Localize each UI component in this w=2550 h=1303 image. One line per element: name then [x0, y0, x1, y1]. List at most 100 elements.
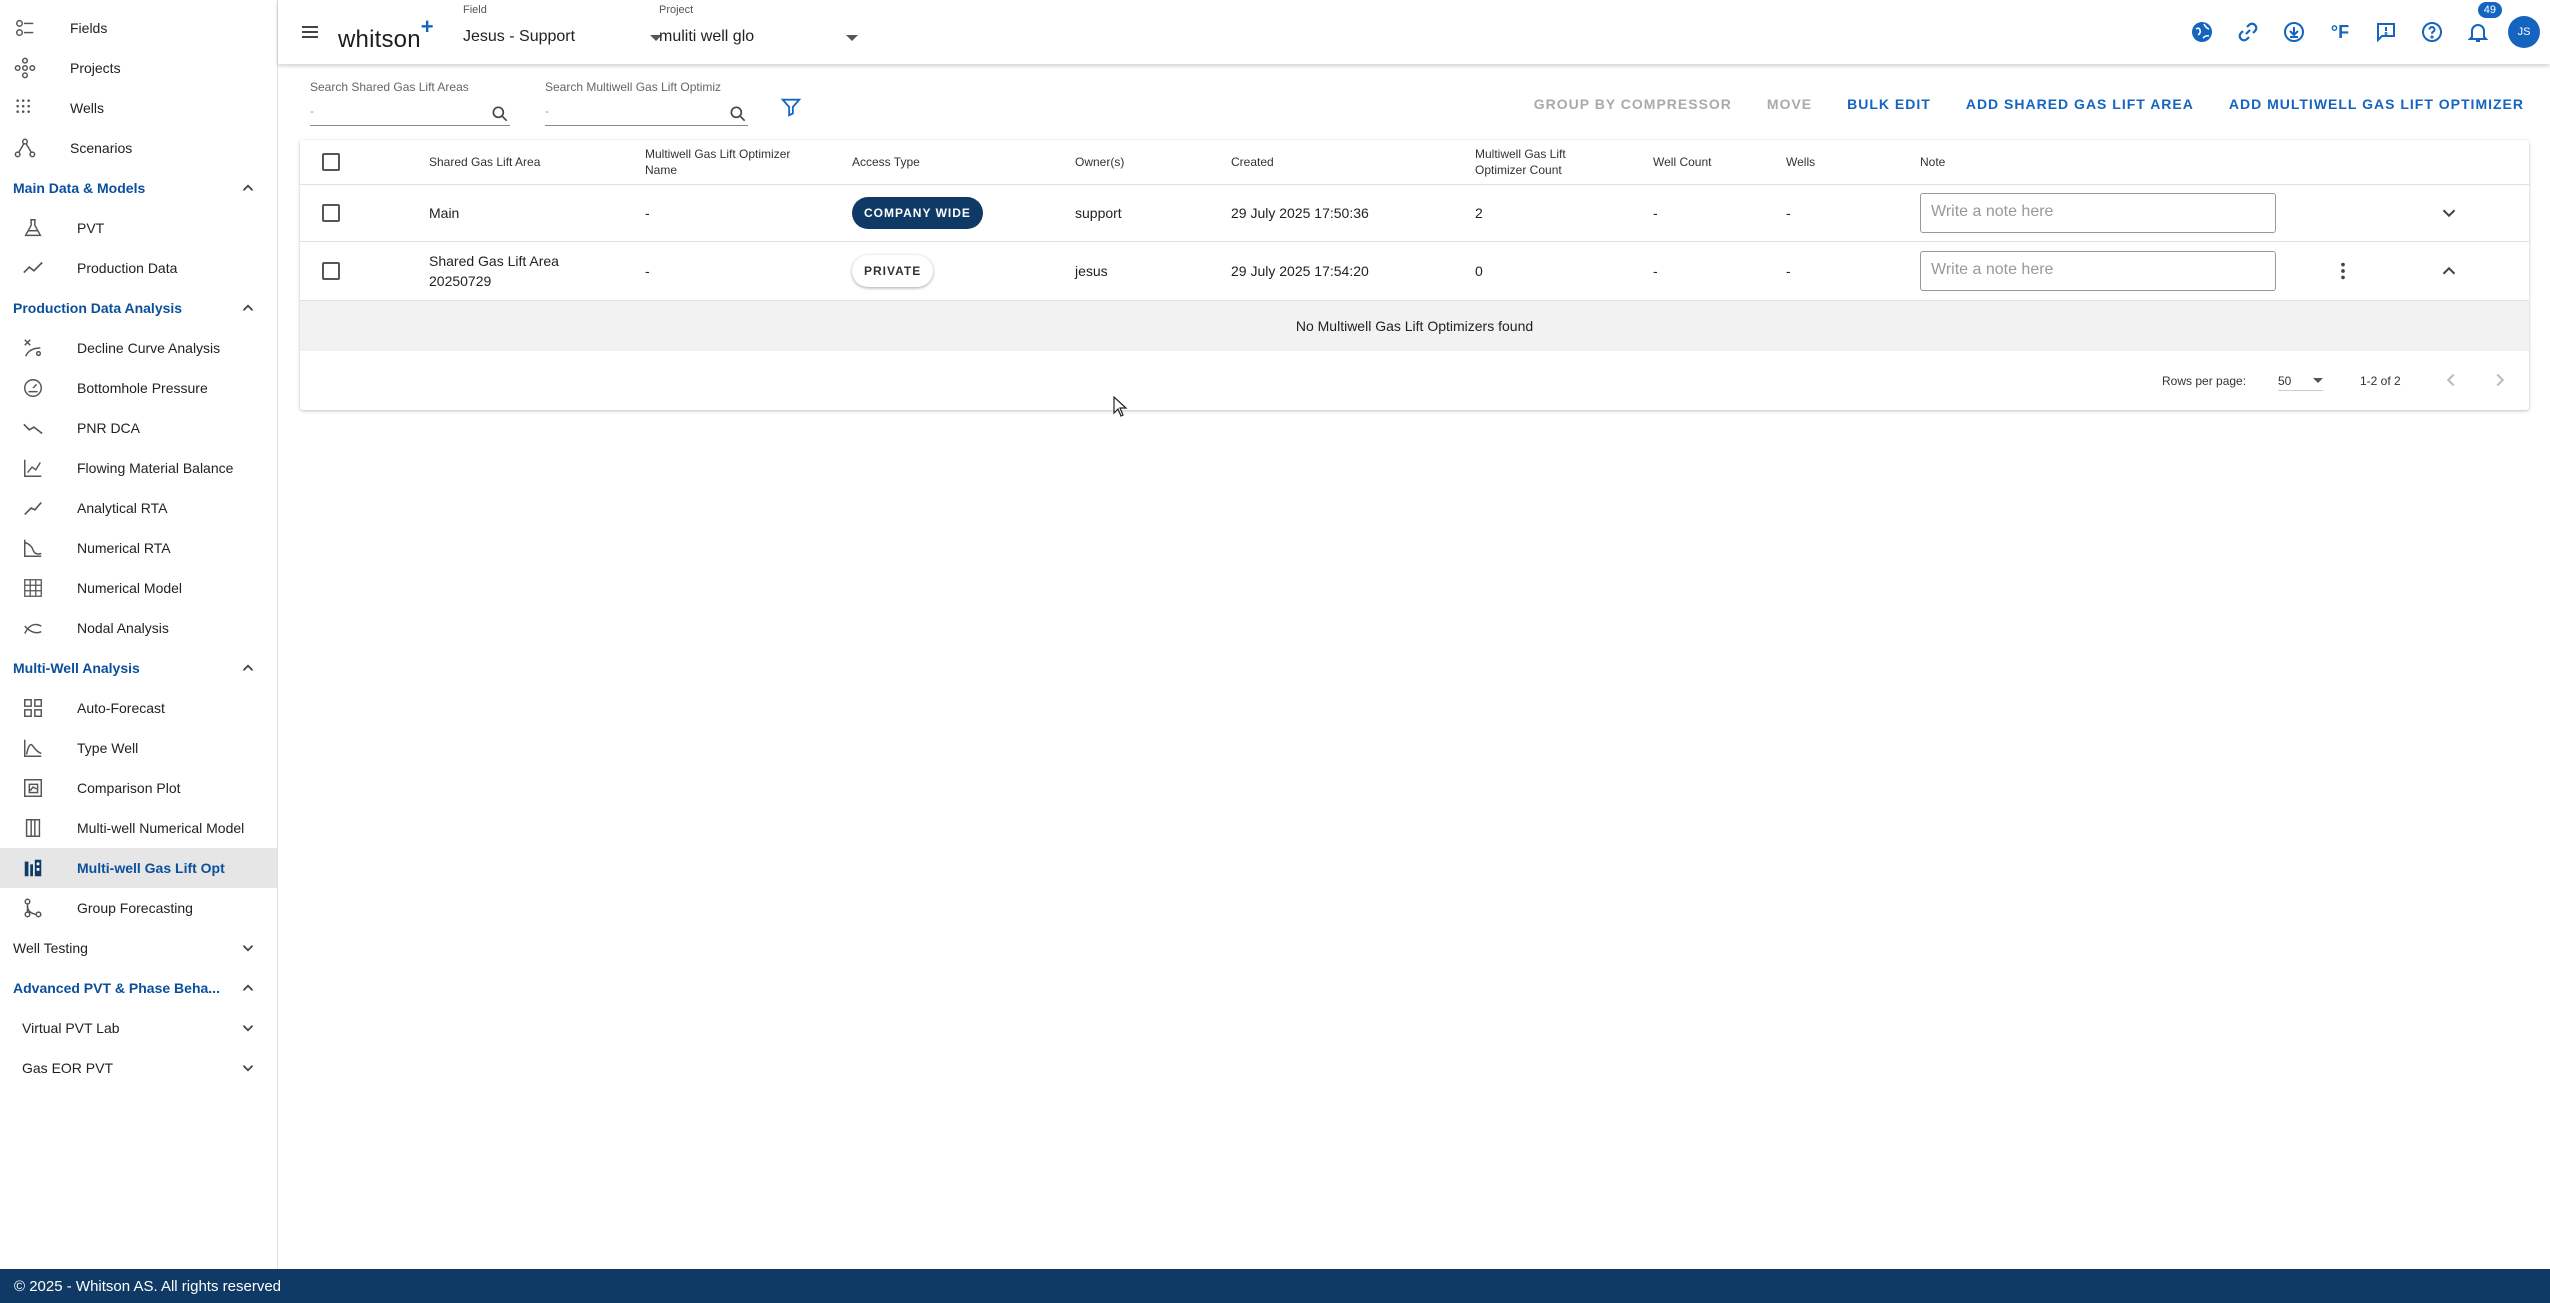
nav-scenarios[interactable]: Scenarios [0, 128, 277, 168]
nav-label: Wells [70, 100, 104, 116]
more-vert-icon[interactable] [2332, 260, 2354, 282]
nav-pnr-dca[interactable]: PNR DCA [0, 408, 277, 448]
nav-auto-forecast[interactable]: Auto-Forecast [0, 688, 277, 728]
section-main-data[interactable]: Main Data & Models [0, 168, 277, 208]
move-button[interactable]: MOVE [1767, 96, 1812, 112]
collapse-cell [2438, 242, 2460, 300]
next-page-icon[interactable] [2489, 369, 2511, 391]
link-icon[interactable] [2230, 14, 2266, 50]
chevron-up-icon[interactable] [2438, 260, 2460, 282]
note-input[interactable]: Write a note here [1920, 193, 2276, 233]
avatar[interactable]: JS [2508, 16, 2540, 48]
search-icon[interactable] [490, 104, 510, 124]
nav-label: Multi-well Numerical Model [77, 820, 245, 836]
header-wells[interactable]: Wells [1786, 140, 1815, 184]
grid-icon [22, 577, 44, 599]
whitson-logo[interactable]: whitson+ [338, 14, 434, 54]
group-by-compressor-button[interactable]: GROUP BY COMPRESSOR [1534, 96, 1732, 112]
add-shared-gas-lift-area-button[interactable]: ADD SHARED GAS LIFT AREA [1966, 96, 2194, 112]
dashboard-icon [22, 697, 44, 719]
cell-well-count: - [1653, 205, 1658, 221]
section-multi-well-analysis[interactable]: Multi-Well Analysis [0, 648, 277, 688]
search-multiwell-gas-lift-optimizers[interactable]: Search Multiwell Gas Lift Optimiz - [545, 80, 748, 126]
nav-numerical-model[interactable]: Numerical Model [0, 568, 277, 608]
section-well-testing[interactable]: Well Testing [0, 928, 277, 968]
search-shared-gas-lift-areas[interactable]: Search Shared Gas Lift Areas - [310, 80, 510, 126]
section-gas-eor-pvt[interactable]: Gas EOR PVT [0, 1048, 277, 1088]
header-optimizer-name[interactable]: Multiwell Gas Lift Optimizer Name [645, 140, 805, 184]
nav-analytical-rta[interactable]: Analytical RTA [0, 488, 277, 528]
rows-per-page-select[interactable]: 50 [2278, 369, 2323, 391]
access-cell: PRIVATE [852, 242, 934, 300]
section-label: Advanced PVT & Phase Beha... [13, 980, 220, 996]
nav-bottomhole-pressure[interactable]: Bottomhole Pressure [0, 368, 277, 408]
temperature-unit-icon[interactable]: °F [2322, 14, 2358, 50]
section-label: Well Testing [13, 940, 88, 956]
search-label: Search Shared Gas Lift Areas [310, 80, 469, 94]
search-input[interactable]: - [545, 104, 748, 126]
header-note[interactable]: Note [1920, 140, 1945, 184]
table-row[interactable]: Shared Gas Lift Area 20250729 - PRIVATE … [300, 242, 2529, 301]
header-optimizer-count[interactable]: Multiwell Gas Lift Optimizer Count [1475, 140, 1585, 184]
search-input[interactable]: - [310, 104, 510, 126]
search-value: - [310, 104, 314, 118]
add-multiwell-gas-lift-optimizer-button[interactable]: ADD MULTIWELL GAS LIFT OPTIMIZER [2229, 96, 2524, 112]
menu-icon[interactable] [298, 20, 322, 44]
nav-comparison-plot[interactable]: Comparison Plot [0, 768, 277, 808]
nav-projects[interactable]: Projects [0, 48, 277, 88]
chevron-up-icon [242, 184, 254, 191]
row-checkbox[interactable] [322, 262, 340, 280]
note-input[interactable]: Write a note here [1920, 251, 2276, 291]
filter-icon[interactable] [780, 96, 802, 118]
table-row[interactable]: Main - COMPANY WIDE support 29 July 2025… [300, 185, 2529, 242]
prev-page-icon[interactable] [2440, 369, 2462, 391]
header-owners[interactable]: Owner(s) [1075, 140, 1124, 184]
bulk-edit-button[interactable]: BULK EDIT [1847, 96, 1931, 112]
globe-icon[interactable] [2184, 14, 2220, 50]
section-advanced-pvt[interactable]: Advanced PVT & Phase Beha... [0, 968, 277, 1008]
type-well-icon [22, 737, 44, 759]
section-pda[interactable]: Production Data Analysis [0, 288, 277, 328]
access-type-badge[interactable]: COMPANY WIDE [852, 197, 983, 229]
dropdown-arrow-icon [846, 35, 858, 41]
section-virtual-pvt-lab[interactable]: Virtual PVT Lab [0, 1008, 277, 1048]
nav-label: Numerical RTA [77, 540, 171, 556]
nav-multi-well-numerical-model[interactable]: Multi-well Numerical Model [0, 808, 277, 848]
header-well-count[interactable]: Well Count [1653, 140, 1711, 184]
group-icon [22, 897, 44, 919]
field-select[interactable]: Field Jesus - Support [463, 4, 663, 46]
nav-multi-well-gas-lift-opt[interactable]: Multi-well Gas Lift Opt [0, 848, 277, 888]
row-checkbox-cell [322, 242, 340, 300]
nav-wells[interactable]: Wells [0, 88, 277, 128]
select-all-checkbox[interactable] [322, 153, 340, 171]
wells-icon [14, 97, 36, 119]
nav-nodal-analysis[interactable]: Nodal Analysis [0, 608, 277, 648]
chevron-down-icon [242, 945, 254, 952]
nav-group-forecasting[interactable]: Group Forecasting [0, 888, 277, 928]
nav-pvt[interactable]: PVT [0, 208, 277, 248]
nav-production-data[interactable]: Production Data [0, 248, 277, 288]
search-icon[interactable] [728, 104, 748, 124]
nav-decline-curve-analysis[interactable]: Decline Curve Analysis [0, 328, 277, 368]
help-icon[interactable] [2414, 14, 2450, 50]
nav-label: Multi-well Gas Lift Opt [77, 860, 225, 876]
header-shared-gas-lift-area[interactable]: Shared Gas Lift Area [429, 140, 540, 184]
download-icon[interactable] [2276, 14, 2312, 50]
project-select[interactable]: Project muliti well glo [659, 4, 859, 46]
nav-numerical-rta[interactable]: Numerical RTA [0, 528, 277, 568]
chevron-down-icon[interactable] [2438, 202, 2460, 224]
flask-icon [22, 217, 44, 239]
nav-flowing-material-balance[interactable]: Flowing Material Balance [0, 448, 277, 488]
projects-icon [14, 57, 36, 79]
cell-area: Shared Gas Lift Area 20250729 [429, 253, 559, 289]
access-type-badge[interactable]: PRIVATE [852, 255, 934, 287]
row-checkbox[interactable] [322, 204, 340, 222]
nav-type-well[interactable]: Type Well [0, 728, 277, 768]
header-access-type[interactable]: Access Type [852, 140, 920, 184]
notifications-icon[interactable]: 49 [2460, 2, 2502, 50]
feedback-icon[interactable] [2368, 14, 2404, 50]
header-created[interactable]: Created [1231, 140, 1274, 184]
cell-optimizer-count: 0 [1475, 263, 1483, 279]
columns-icon [22, 817, 44, 839]
nav-fields[interactable]: Fields [0, 8, 277, 48]
